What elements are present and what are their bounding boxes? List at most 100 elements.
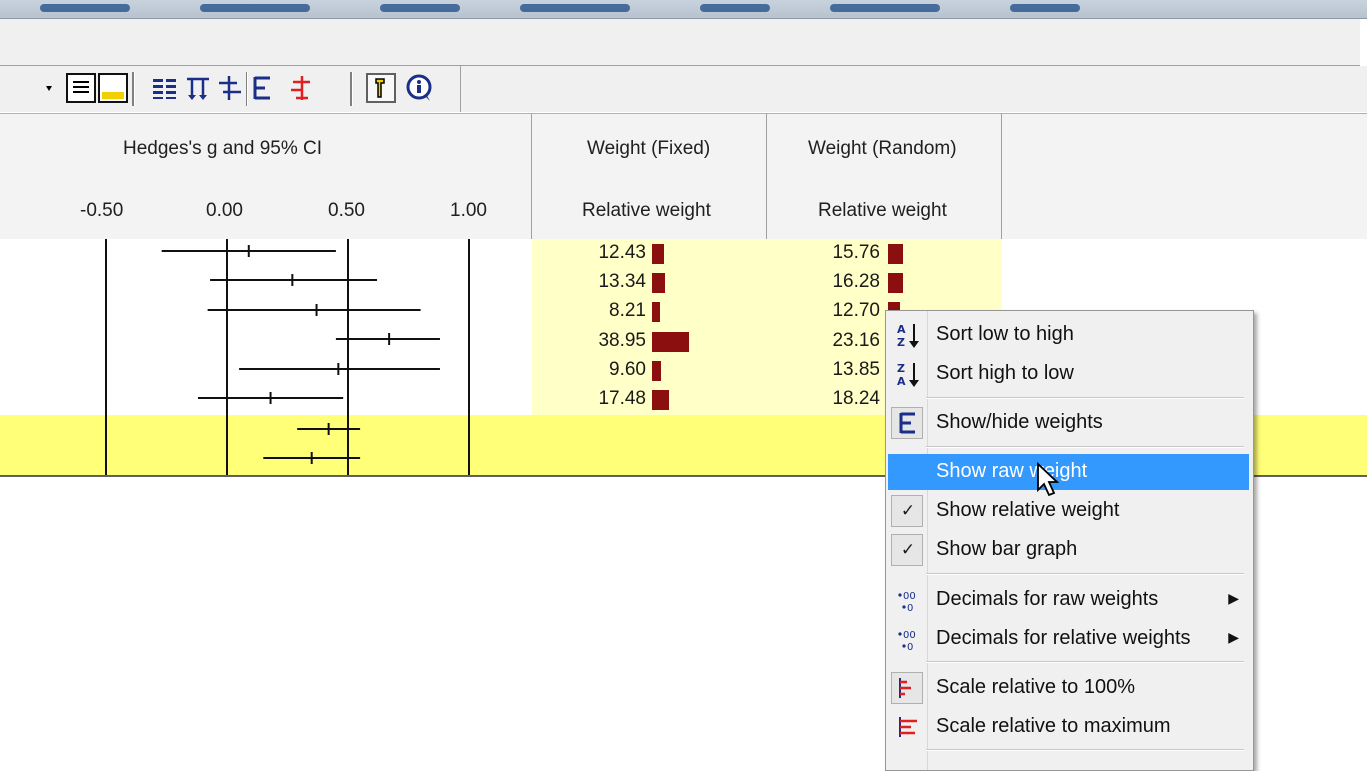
- menu-item-label: Show relative weight: [936, 499, 1120, 521]
- column-divider[interactable]: [531, 114, 532, 239]
- menu-item-label: Sort high to low: [936, 362, 1074, 384]
- menu-item-decimals-relative-weights[interactable]: 00 0 Decimals for relative weights ▶: [888, 621, 1249, 657]
- random-weight-value: 13.85: [832, 359, 880, 380]
- title-bar-decoration: [380, 4, 460, 12]
- fixed-weight-value: 8.21: [609, 300, 646, 321]
- toolbar-separator: [350, 72, 353, 106]
- sort-az-icon: AZ: [894, 321, 922, 349]
- weights-button[interactable]: [248, 73, 278, 103]
- sort-columns-button[interactable]: [183, 73, 213, 103]
- scale-icon: [894, 713, 922, 741]
- svg-text:00: 00: [903, 591, 916, 602]
- svg-text:0: 0: [907, 642, 913, 652]
- menu-item-show-relative-weight[interactable]: ✓ Show relative weight: [888, 493, 1249, 529]
- scale-icon: [894, 674, 922, 702]
- panel-view-button[interactable]: [98, 73, 128, 103]
- toolbar-separator: [132, 72, 135, 106]
- menu-item-label: Show raw weight: [936, 460, 1088, 482]
- svg-text:00: 00: [903, 630, 916, 641]
- menu-item-scale-relative-maximum[interactable]: Scale relative to maximum: [888, 709, 1249, 745]
- random-weight-value: 18.24: [832, 388, 880, 409]
- fixed-weight-value: 13.34: [598, 271, 646, 292]
- weight-fixed-header[interactable]: Weight (Fixed): [587, 138, 710, 160]
- svg-text:Z: Z: [897, 336, 905, 349]
- menu-item-scale-relative-100[interactable]: Scale relative to 100%: [888, 670, 1249, 706]
- title-bar-decoration: [1010, 4, 1080, 12]
- random-weight-value: 23.16: [832, 330, 880, 351]
- fixed-weight-bar: [652, 302, 660, 322]
- info-icon: [406, 74, 432, 101]
- submenu-arrow-icon: ▶: [1228, 590, 1239, 606]
- title-bar-decoration: [200, 4, 310, 12]
- weight-random-subheader[interactable]: Relative weight: [818, 200, 947, 222]
- menu-item-label: Sort low to high: [936, 323, 1074, 345]
- menu-item-label: Scale relative to maximum: [936, 715, 1171, 737]
- fixed-weight-bar: [652, 273, 665, 293]
- fixed-weight-bar: [652, 332, 689, 352]
- menu-separator: [926, 749, 1244, 751]
- x-tick-label: 1.00: [450, 200, 487, 221]
- menu-separator: [926, 397, 1244, 399]
- menu-item-decimals-raw-weights[interactable]: 00 0 Decimals for raw weights ▶: [888, 582, 1249, 618]
- menu-item-label: Decimals for raw weights: [936, 588, 1159, 610]
- column-divider[interactable]: [766, 114, 767, 239]
- weight-fixed-subheader[interactable]: Relative weight: [582, 200, 711, 222]
- menu-item-show-bar-graph[interactable]: ✓ Show bar graph: [888, 532, 1249, 568]
- x-tick-label: 0.00: [206, 200, 243, 221]
- checkmark-icon: ✓: [900, 501, 916, 520]
- pointer-highlight-icon: [375, 78, 385, 98]
- columns-button[interactable]: [150, 73, 180, 103]
- fixed-weight-bar: [652, 361, 661, 381]
- random-weight-value: 12.70: [832, 300, 880, 321]
- columns-icon: [153, 79, 176, 99]
- menu-separator: [926, 573, 1244, 575]
- menu-item-show-hide-weights[interactable]: Show/hide weights: [888, 405, 1249, 441]
- x-tick-label: -0.50: [80, 200, 124, 221]
- title-bar-decoration: [520, 4, 630, 12]
- title-bar-decoration: [40, 4, 130, 12]
- weights-icon: [894, 409, 922, 437]
- random-weight-bar: [888, 273, 903, 293]
- context-menu: AZ Sort low to high ZA Sort high to low …: [885, 310, 1254, 771]
- x-tick-label: 0.50: [328, 200, 365, 221]
- forest-plot-button[interactable]: [214, 73, 244, 103]
- submenu-arrow-icon: ▶: [1228, 629, 1239, 645]
- weight-random-header[interactable]: Weight (Random): [808, 138, 957, 160]
- list-view-button[interactable]: [66, 73, 96, 103]
- sort-arrows-icon: [187, 77, 209, 100]
- menu-strip: [0, 19, 1360, 66]
- svg-text:A: A: [897, 323, 906, 336]
- fixed-weight-value: 9.60: [609, 359, 646, 380]
- panel-icon: [102, 92, 124, 99]
- column-divider[interactable]: [1001, 114, 1002, 239]
- menu-item-sort-high-to-low[interactable]: ZA Sort high to low: [888, 356, 1249, 392]
- menu-item-label: Decimals for relative weights: [936, 627, 1191, 649]
- title-bar-decoration: [830, 4, 940, 12]
- list-icon: [73, 81, 89, 93]
- fixed-weight-bar: [652, 244, 664, 264]
- fixed-weight-value: 17.48: [598, 388, 646, 409]
- menu-item-label: Show bar graph: [936, 538, 1078, 560]
- menu-item-sort-low-to-high[interactable]: AZ Sort low to high: [888, 317, 1249, 353]
- toolbar-dropdown-arrow-icon[interactable]: [46, 86, 52, 91]
- menu-item-label: Show/hide weights: [936, 411, 1103, 433]
- fixed-weight-bar: [652, 390, 669, 410]
- window-title-bar: [0, 0, 1367, 19]
- toolbar-empty-area: [461, 66, 1367, 112]
- mouse-cursor-icon: [1037, 462, 1060, 497]
- grid-header: Hedges's g and 95% CI -0.50 0.00 0.50 1.…: [0, 113, 1367, 240]
- sort-za-icon: ZA: [894, 360, 922, 388]
- menu-item-label: Scale relative to 100%: [936, 676, 1136, 698]
- decimals-icon: 00 0: [894, 625, 922, 653]
- fixed-weight-value: 12.43: [598, 242, 646, 263]
- forest-plot: [105, 239, 470, 475]
- menu-item-show-raw-weight[interactable]: Show raw weight: [888, 454, 1249, 490]
- red-weights-button[interactable]: [286, 73, 316, 103]
- fixed-weight-value: 38.95: [598, 330, 646, 351]
- info-button[interactable]: [404, 73, 434, 103]
- highlight-button[interactable]: [366, 73, 396, 103]
- menu-separator: [926, 446, 1244, 448]
- red-forest-icon: [291, 76, 310, 100]
- random-weight-value: 16.28: [832, 271, 880, 292]
- title-bar-decoration: [700, 4, 770, 12]
